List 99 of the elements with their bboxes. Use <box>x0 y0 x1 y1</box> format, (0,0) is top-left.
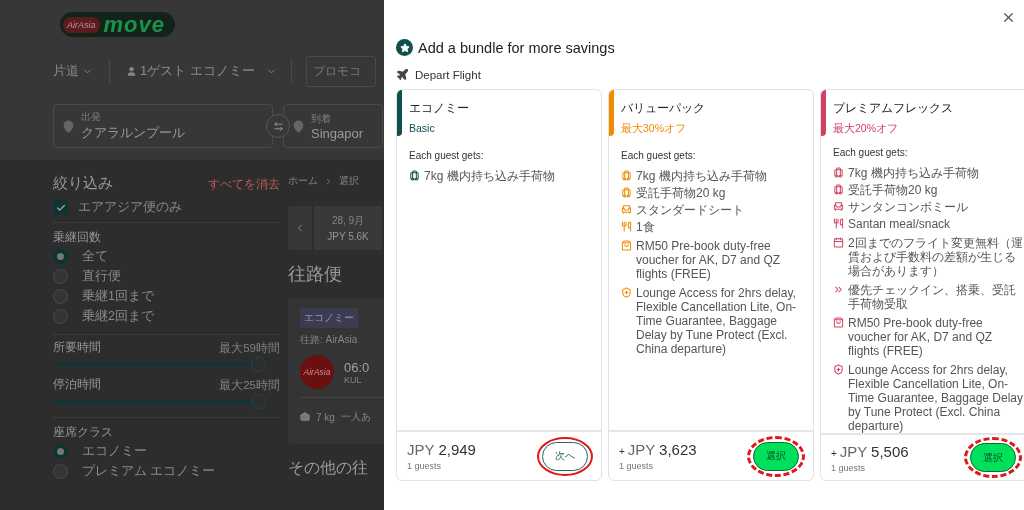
radio-label: 全て <box>82 247 108 265</box>
seat-icon <box>621 204 632 215</box>
select-button[interactable]: 次へ <box>542 441 588 471</box>
seat-icon <box>833 201 844 213</box>
intro-text: Each guest gets: <box>409 150 485 161</box>
slider-title: 停泊時間 <box>53 376 101 393</box>
luggage-icon <box>833 167 844 179</box>
person-icon <box>126 65 137 77</box>
feature-text: 7kg 機内持ち込み手荷物 <box>424 169 555 183</box>
pin-icon <box>62 119 75 133</box>
feature-text: Santan meal/snack <box>848 217 951 232</box>
chevron-icon <box>324 176 333 186</box>
feature-text: 受託手荷物20 kg <box>636 186 726 200</box>
close-button[interactable] <box>1001 10 1016 25</box>
luggage-icon <box>621 170 632 181</box>
section-title: 乗継回数 <box>53 229 102 246</box>
slider-thumb[interactable] <box>251 356 266 372</box>
breadcrumb-link[interactable]: 選択 <box>339 174 359 188</box>
checkbox-label: エアアジア便のみ <box>78 199 182 216</box>
filter-title: 絞り込み <box>53 174 113 193</box>
radio-button[interactable] <box>53 288 68 304</box>
calendar-icon <box>833 237 844 249</box>
shopping-bag-icon <box>833 317 844 329</box>
trip-type-dropdown[interactable]: 片道 <box>53 62 93 80</box>
feature-text: 7kg 機内持ち込み手荷物 <box>848 166 979 181</box>
swap-button[interactable] <box>266 114 290 138</box>
feature-text: 7kg 機内持ち込み手荷物 <box>636 169 767 183</box>
bundle-subtitle: 最大30%オフ <box>621 122 687 136</box>
cutlery-icon <box>833 218 844 230</box>
drawer-title: Add a bundle for more savings <box>418 39 615 56</box>
cabin-tag: エコノミー <box>300 308 358 328</box>
shopping-bag-icon <box>621 240 632 251</box>
section-heading: 往路便 <box>288 263 343 286</box>
intro-text: Each guest gets: <box>621 150 697 161</box>
price-text: + JPY 5,506 <box>831 442 909 460</box>
radio-button[interactable] <box>53 443 68 459</box>
perk-text: 2回までのフライト変更無料（運賃および手数料の差額が生じる場合があります） <box>848 236 1024 279</box>
feature-text: スタンダードシート <box>636 203 744 217</box>
breadcrumb-link[interactable]: ホーム <box>288 174 318 188</box>
previous-button[interactable] <box>288 206 312 250</box>
radio-button[interactable] <box>53 463 68 479</box>
baggage-text: 7 kg <box>316 411 335 423</box>
feature-text: 受託手荷物20 kg <box>848 183 938 198</box>
guest-count: 1 guests <box>831 462 867 473</box>
radio-button[interactable] <box>53 268 68 284</box>
shield-icon <box>621 287 632 298</box>
airport-code: KUL <box>344 374 363 385</box>
radio-button[interactable] <box>53 248 68 264</box>
guest-count: 1 guests <box>407 461 443 471</box>
shield-icon <box>833 364 844 376</box>
airline-logo: AirAsia <box>300 355 334 389</box>
slider-thumb[interactable] <box>251 393 266 409</box>
radio-label: 乗継1回まで <box>82 287 154 305</box>
bundle-name: プレミアムフレックス <box>833 100 954 117</box>
flight-label: Depart Flight <box>415 68 481 81</box>
slider-title: 所要時間 <box>53 339 101 356</box>
radio-label: プレミアム エコノミー <box>82 462 216 480</box>
radio-label: 直行便 <box>82 267 121 285</box>
luggage-icon <box>409 170 420 181</box>
feature-text: 1食 <box>636 220 655 234</box>
luggage-icon <box>833 184 844 196</box>
departure-time: 06:0 <box>344 359 370 375</box>
section-heading: その他の往 <box>288 458 369 478</box>
price-text: + JPY 3,623 <box>619 441 697 458</box>
perk-text: Lounge Access for 2hrs delay, Flexible Cancellation Lite, On-Time Guarantee, Baggage Delay by Tune Protect (Excl. China departure) <box>848 363 1024 434</box>
price-text: JPY 2,949 <box>407 441 476 458</box>
destination-field[interactable]: 到着 Singapor <box>283 104 383 148</box>
date-tab[interactable]: 28, 9月 JPY 5.6K <box>314 206 382 250</box>
pin-icon <box>292 119 305 133</box>
route-text: 往路: AirAsia <box>300 333 359 347</box>
perk-text: RM50 Pre-book duty-free voucher for AK, D7 and QZ flights (FREE) <box>848 316 994 359</box>
checkbox[interactable] <box>53 200 68 215</box>
radio-button[interactable] <box>53 308 68 324</box>
suitcase-icon <box>300 412 310 422</box>
section-title: 座席クラス <box>53 424 114 441</box>
radio-label: エコノミー <box>82 442 147 460</box>
slider-reading: 最大59時間 <box>219 341 280 356</box>
guests-dropdown[interactable]: 1ゲスト エコノミー <box>126 62 277 80</box>
bundle-name: バリューパック <box>621 100 706 117</box>
swap-icon <box>272 120 284 132</box>
luggage-icon <box>621 187 632 198</box>
perk-text: Lounge Access for 2hrs delay, Flexible Cancellation Lite, On-Time Guarantee, Baggage Delay by Tune Protect (Excl. China departure) <box>636 286 798 356</box>
cutlery-icon <box>621 221 632 232</box>
radio-label: 乗継2回まで <box>82 307 154 325</box>
perk-text: 優先チェックイン、搭乗、受託手荷物受取 <box>848 283 1017 312</box>
select-button[interactable]: 選択 <box>970 443 1016 473</box>
bundle-subtitle: Basic <box>409 122 436 134</box>
bundle-name: エコノミー <box>409 100 470 117</box>
perk-text: RM50 Pre-book duty-free voucher for AK, D7 and QZ flights (FREE) <box>636 239 782 281</box>
intro-text: Each guest gets: <box>833 147 909 159</box>
guest-count: 1 guests <box>619 461 655 471</box>
feature-text: サンタンコンボミール <box>848 200 968 215</box>
check-icon <box>55 202 66 213</box>
bundle-subtitle: 最大20%オフ <box>833 122 899 136</box>
clear-all-link[interactable]: すべてを消去 <box>208 176 280 193</box>
slider-reading: 最大25時間 <box>219 378 280 393</box>
plane-icon <box>396 68 409 81</box>
select-button[interactable]: 選択 <box>753 441 799 471</box>
logo[interactable]: AirAsia move <box>60 12 175 37</box>
